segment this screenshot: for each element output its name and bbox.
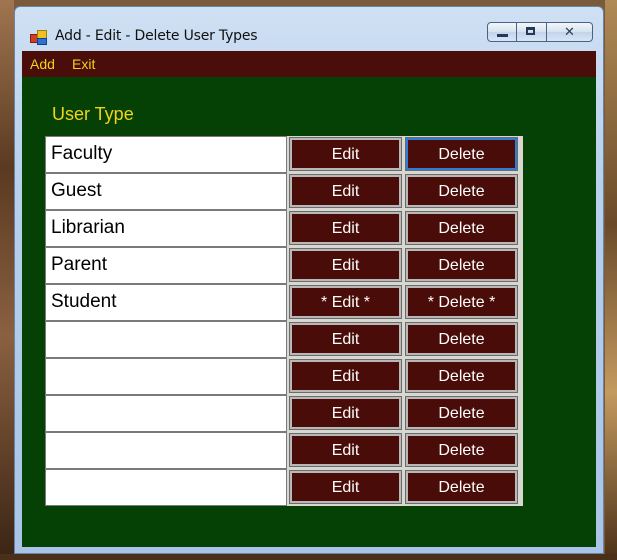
close-button[interactable]: ✕ [547, 22, 593, 42]
user-type-heading: User Type [52, 104, 134, 124]
table-row: Faculty Edit Delete [45, 136, 529, 173]
desktop-background-bottom [0, 554, 617, 560]
edit-button[interactable]: Edit [289, 137, 402, 171]
table-row: Guest Edit Delete [45, 173, 529, 210]
table-row: Student * Edit * * Delete * [45, 284, 529, 321]
delete-button[interactable]: Delete [405, 359, 518, 393]
user-types-window: Add - Edit - Delete User Types ✕ Add Exi… [14, 6, 604, 554]
delete-button[interactable]: Delete [405, 396, 518, 430]
delete-button[interactable]: Delete [405, 137, 518, 171]
menu-item-exit[interactable]: Exit [72, 56, 95, 72]
delete-button[interactable]: Delete [405, 433, 518, 467]
table-row: Parent Edit Delete [45, 247, 529, 284]
desktop-background-right [605, 0, 617, 560]
delete-button[interactable]: Delete [405, 248, 518, 282]
edit-button[interactable]: Edit [289, 470, 402, 504]
close-icon: ✕ [564, 25, 575, 40]
user-type-name-field[interactable]: Student [45, 284, 287, 321]
table-row: Edit Delete [45, 358, 529, 395]
app-icon[interactable] [30, 30, 47, 45]
table-row: Edit Delete [45, 432, 529, 469]
user-type-name-field[interactable] [45, 432, 287, 469]
maximize-icon [526, 27, 535, 35]
user-type-name-field[interactable] [45, 395, 287, 432]
title-bar[interactable]: Add - Edit - Delete User Types ✕ [15, 7, 603, 51]
edit-button[interactable]: Edit [289, 396, 402, 430]
edit-button[interactable]: Edit [289, 174, 402, 208]
table-row: Edit Delete [45, 395, 529, 432]
edit-button[interactable]: Edit [289, 359, 402, 393]
desktop-background-left [0, 0, 14, 560]
minimize-button[interactable] [487, 22, 517, 42]
edit-button[interactable]: * Edit * [289, 285, 402, 319]
delete-button[interactable]: Delete [405, 174, 518, 208]
menu-bar: Add Exit [22, 51, 596, 77]
user-type-name-field[interactable]: Librarian [45, 210, 287, 247]
delete-button[interactable]: Delete [405, 322, 518, 356]
user-type-name-field[interactable] [45, 469, 287, 506]
user-type-name-field[interactable]: Parent [45, 247, 287, 284]
edit-button[interactable]: Edit [289, 433, 402, 467]
delete-button[interactable]: * Delete * [405, 285, 518, 319]
delete-button[interactable]: Delete [405, 470, 518, 504]
menu-item-add[interactable]: Add [30, 56, 55, 72]
edit-button[interactable]: Edit [289, 248, 402, 282]
minimize-icon [497, 34, 508, 37]
user-type-name-field[interactable] [45, 321, 287, 358]
user-type-name-field[interactable]: Faculty [45, 136, 287, 173]
table-row: Edit Delete [45, 321, 529, 358]
maximize-button[interactable] [517, 22, 547, 42]
user-type-name-field[interactable]: Guest [45, 173, 287, 210]
client-area: User Type Faculty Edit Delete Guest Edit Dele… [22, 77, 596, 547]
table-row: Librarian Edit Delete [45, 210, 529, 247]
edit-button[interactable]: Edit [289, 211, 402, 245]
window-title: Add - Edit - Delete User Types [55, 28, 258, 44]
edit-button[interactable]: Edit [289, 322, 402, 356]
table-row: Edit Delete [45, 469, 529, 506]
caption-buttons: ✕ [487, 22, 593, 44]
delete-button[interactable]: Delete [405, 211, 518, 245]
user-type-name-field[interactable] [45, 358, 287, 395]
